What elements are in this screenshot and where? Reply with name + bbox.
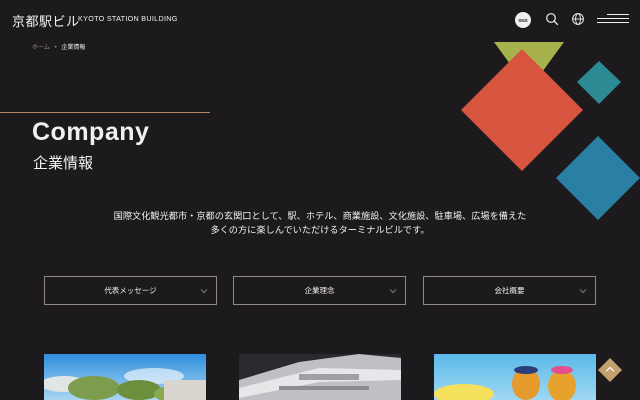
nav-button-philosophy[interactable]: 企業理念 [233,276,406,305]
menu-icon[interactable] [597,13,629,25]
sns-button[interactable]: SNS [515,12,531,28]
nav-button-label: 会社概要 [494,286,525,295]
nav-button-label: 企業理念 [304,286,335,295]
search-icon[interactable] [545,12,559,26]
page-subtitle: 企業情報 [33,154,94,172]
chevron-down-icon [200,289,208,294]
nav-button-message[interactable]: 代表メッセージ [44,276,217,305]
chevron-down-icon [579,289,587,294]
site-logo-jp[interactable]: 京都駅ビル [12,11,80,30]
nav-button-label: 代表メッセージ [104,286,157,295]
thumbnail-building-sky[interactable] [44,354,206,400]
thumbnail-station-aerial[interactable] [239,354,401,400]
page-top-button[interactable] [598,358,622,382]
intro-text: 国際文化観光都市・京都の玄関口として、駅、ホテル、商業施設、文化施設、駐車場、広… [60,210,580,238]
breadcrumb-separator: • [53,44,58,51]
decorative-diamonds [461,42,640,220]
chevron-down-icon [389,289,397,294]
page-title: Company [32,118,150,146]
site-logo-en[interactable]: KYOTO STATION BUILDING [78,14,178,23]
globe-icon[interactable] [571,12,585,26]
breadcrumb: ホーム • 企業情報 [32,42,85,51]
nav-button-overview[interactable]: 会社概要 [423,276,596,305]
intro-line: 多くの方に楽しんでいただけるターミナルビルです。 [210,225,430,236]
title-divider [0,112,210,113]
intro-line: 国際文化観光都市・京都の玄関口として、駅、ホテル、商業施設、文化施設、駐車場、広… [113,211,527,222]
thumbnail-mascot-characters[interactable] [434,354,596,400]
breadcrumb-home[interactable]: ホーム [32,44,50,51]
breadcrumb-current: 企業情報 [61,44,86,51]
